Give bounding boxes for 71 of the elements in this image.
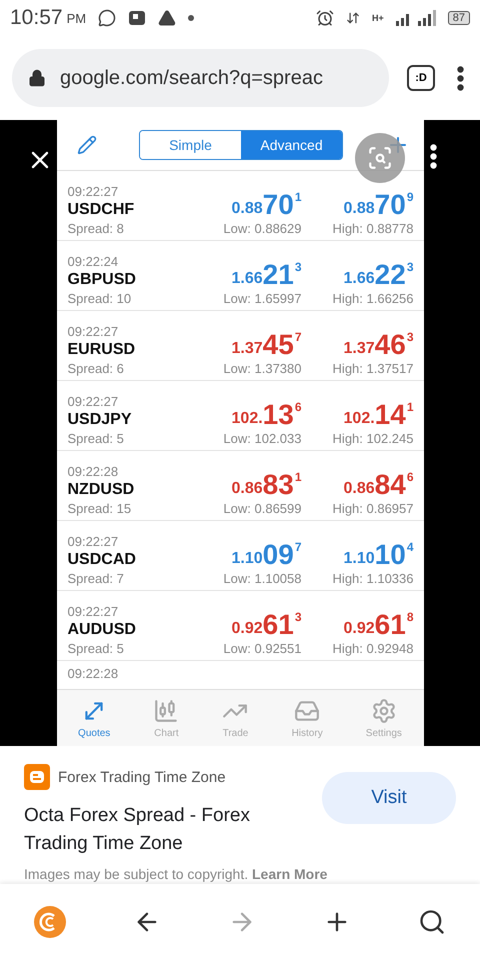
search-icon: [418, 908, 446, 936]
high-price: High: 1.10336: [332, 571, 414, 586]
spread: Spread: 6: [68, 361, 124, 376]
spread: Spread: 10: [68, 291, 132, 306]
quote-time: 09:22:27: [68, 184, 118, 199]
symbol: USDCHF: [68, 201, 134, 219]
high-price: High: 0.92948: [332, 641, 414, 656]
tab[interactable]: Chart: [147, 694, 186, 742]
high-price: High: 0.86957: [332, 501, 414, 516]
pencil-icon: [76, 135, 96, 155]
symbol: EURUSD: [68, 341, 136, 359]
app-icon: [128, 9, 146, 27]
lock-icon: [28, 69, 46, 87]
copyright-notice: Images may be subject to copyright. Learn More: [24, 866, 328, 882]
data-arrows-icon: [346, 11, 360, 25]
low-price: Low: 0.88629: [223, 221, 302, 236]
lens-icon: [367, 145, 393, 171]
more-vertical-icon: [457, 66, 464, 90]
low-price: Low: 1.37380: [223, 361, 302, 376]
quote-time: 09:22:27: [68, 324, 118, 339]
spread: Spread: 5: [68, 431, 124, 446]
high-price: High: 1.37517: [332, 361, 414, 376]
quote-time: 09:22:27: [68, 534, 118, 549]
clock-ampm: PM: [66, 10, 86, 26]
quote-time: 09:22:28: [68, 464, 118, 479]
source-name: Forex Trading Time Zone: [58, 768, 226, 786]
tab[interactable]: Settings: [360, 694, 408, 742]
symbol: USDCAD: [68, 551, 136, 569]
signal-icon: [396, 10, 436, 26]
spread: Spread: 8: [68, 221, 124, 236]
more-button[interactable]: [430, 144, 437, 169]
symbol: AUDUSD: [68, 621, 136, 639]
quote-time: 09:22:27: [68, 604, 118, 619]
high-price: High: 1.66256: [332, 291, 414, 306]
chat-icon: [98, 9, 116, 27]
dot-icon: [188, 15, 194, 21]
candlestick-icon: [153, 698, 180, 724]
c-logo-icon: [34, 906, 66, 938]
low-price: Low: 1.65997: [223, 291, 302, 306]
low-price: Low: 0.92551: [223, 641, 302, 656]
quote-time: 09:22:28: [68, 666, 118, 681]
high-price: High: 0.88778: [332, 221, 414, 236]
tab-switcher-button[interactable]: :D: [407, 65, 435, 91]
blog-favicon-icon: [24, 764, 50, 790]
low-price: Low: 0.86599: [223, 501, 302, 516]
tab[interactable]: Quotes: [72, 694, 116, 742]
segment-tab[interactable]: Advanced: [241, 131, 342, 159]
symbol: NZDUSD: [68, 481, 134, 499]
more-vertical-icon: [430, 144, 437, 169]
quote-time: 09:22:24: [68, 254, 118, 269]
address-bar[interactable]: google.com/search?q=spreac: [12, 49, 389, 107]
low-price: Low: 1.10058: [223, 571, 302, 586]
visit-button[interactable]: Visit: [322, 772, 456, 824]
clock-time: 10:57: [10, 6, 63, 30]
network-type: H+: [372, 13, 384, 23]
result-title: Octa Forex Spread - Forex Trading Time Zone: [24, 804, 251, 856]
spread: Spread: 7: [68, 571, 124, 586]
low-price: Low: 102.033: [223, 431, 302, 446]
battery-level: 87: [448, 11, 470, 25]
spread: Spread: 15: [68, 501, 132, 516]
symbol: GBPUSD: [68, 271, 136, 289]
tab[interactable]: History: [286, 694, 329, 742]
spread: Spread: 5: [68, 641, 124, 656]
tab[interactable]: Trade: [216, 694, 254, 742]
url-text: google.com/search?q=spreac: [60, 66, 323, 90]
alarm-icon: [316, 9, 334, 27]
settings-icon: [370, 698, 397, 724]
symbol: USDJPY: [68, 411, 132, 429]
high-price: High: 102.245: [332, 431, 414, 446]
warning-icon: [158, 9, 176, 27]
quote-time: 09:22:27: [68, 394, 118, 409]
